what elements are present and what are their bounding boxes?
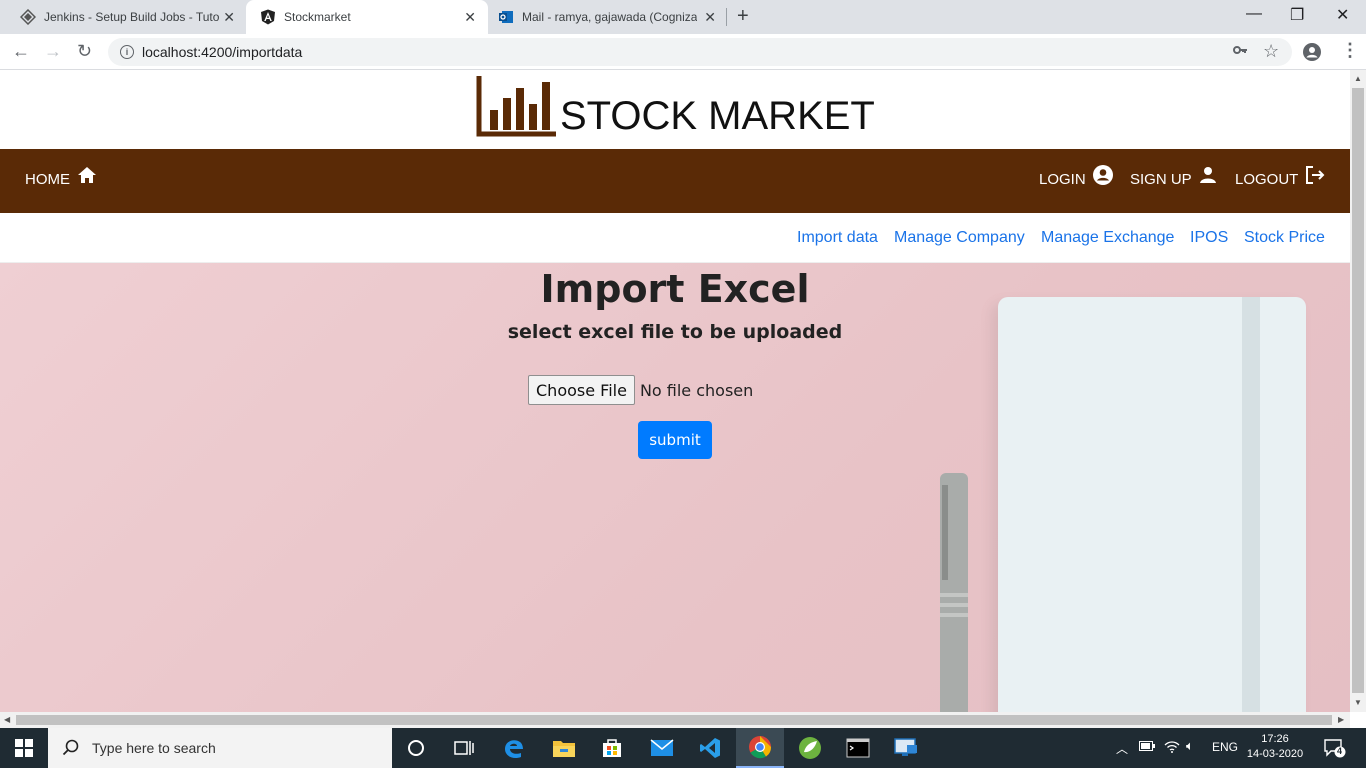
microsoft-store-icon[interactable]: [588, 728, 636, 768]
minimize-icon[interactable]: —: [1246, 5, 1262, 23]
search-icon: [62, 739, 79, 756]
wifi-icon[interactable]: [1164, 739, 1180, 756]
nav-signup-label: SIGN UP: [1130, 171, 1192, 188]
link-import-data[interactable]: Import data: [797, 229, 878, 247]
site-info-icon[interactable]: i: [120, 45, 134, 59]
logout-icon: [1306, 165, 1325, 184]
file-explorer-icon[interactable]: [540, 728, 588, 768]
clock-time: 17:26: [1261, 733, 1289, 745]
browser-toolbar: ← → ↻ i localhost:4200/importdata: [0, 34, 1366, 70]
notebook-background-image: [998, 297, 1306, 712]
tab-stockmarket[interactable]: Stockmarket ✕: [246, 0, 488, 34]
file-status-text: No file chosen: [639, 380, 754, 400]
tab-jenkins[interactable]: Jenkins - Setup Build Jobs - Tutor ✕: [0, 0, 245, 34]
bookmark-star-icon[interactable]: ☆: [1263, 41, 1279, 62]
scroll-down-icon[interactable]: ▼: [1354, 698, 1362, 707]
scroll-right-icon[interactable]: ▶: [1338, 715, 1344, 724]
key-icon[interactable]: [1232, 42, 1248, 63]
tab-separator: [726, 8, 727, 26]
notification-count: 4: [1337, 746, 1343, 756]
link-manage-company[interactable]: Manage Company: [894, 229, 1025, 247]
nav-logout[interactable]: LOGOUT: [1235, 165, 1326, 188]
new-tab-icon[interactable]: +: [737, 5, 749, 28]
site-logo[interactable]: STOCK MARKET: [476, 76, 875, 138]
taskbar-search[interactable]: Type here to search: [48, 728, 392, 768]
url-text[interactable]: localhost:4200/importdata: [142, 44, 302, 60]
horizontal-scroll-thumb[interactable]: [16, 715, 1332, 725]
task-view-icon[interactable]: [440, 728, 488, 768]
profile-icon[interactable]: [1302, 42, 1322, 67]
battery-icon[interactable]: [1139, 740, 1155, 754]
person-icon: [1199, 166, 1216, 183]
windows-start-icon[interactable]: [0, 728, 48, 768]
language-indicator[interactable]: ENG: [1212, 740, 1238, 754]
bar-chart-logo-icon: [476, 76, 556, 137]
search-placeholder: Type here to search: [92, 740, 216, 756]
page-viewport: STOCK MARKET HOME LOGIN SIGN UP LOGOUT I…: [0, 70, 1350, 712]
tab-title: Mail - ramya, gajawada (Cognizant: [522, 10, 697, 24]
horizontal-scrollbar[interactable]: ◀ ▶: [0, 712, 1350, 728]
admin-subnav: Import data Manage Company Manage Exchan…: [0, 213, 1350, 263]
vertical-scroll-thumb[interactable]: [1352, 88, 1364, 693]
pen-background-image: [940, 473, 968, 712]
link-stock-price[interactable]: Stock Price: [1244, 229, 1325, 247]
nav-logout-label: LOGOUT: [1235, 171, 1299, 188]
tab-mail[interactable]: Mail - ramya, gajawada (Cognizant ✕: [490, 0, 726, 34]
address-bar[interactable]: i localhost:4200/importdata: [108, 38, 1292, 66]
menu-dots-icon[interactable]: ⋮: [1341, 40, 1359, 61]
chrome-icon[interactable]: [736, 728, 784, 768]
edge-icon[interactable]: [490, 728, 538, 768]
notebook-band: [1242, 297, 1260, 712]
logo-text: STOCK MARKET: [560, 94, 875, 138]
nav-login-label: LOGIN: [1039, 171, 1086, 188]
nav-signup[interactable]: SIGN UP: [1130, 166, 1218, 188]
logo-header: STOCK MARKET: [0, 70, 1350, 149]
scroll-left-icon[interactable]: ◀: [4, 715, 10, 724]
show-hidden-icons[interactable]: ︿: [1116, 740, 1128, 757]
browser-tab-strip: Jenkins - Setup Build Jobs - Tutor ✕ Sto…: [0, 0, 1366, 34]
page-title: Import Excel: [540, 267, 810, 311]
nav-home-label: HOME: [25, 171, 70, 188]
tab-title: Stockmarket: [284, 10, 351, 24]
account-circle-icon: [1092, 164, 1113, 185]
vertical-scrollbar[interactable]: ▲ ▼: [1350, 70, 1366, 712]
restore-icon[interactable]: ❐: [1290, 5, 1304, 25]
reload-icon[interactable]: ↻: [77, 41, 92, 62]
cortana-icon[interactable]: [392, 728, 440, 768]
tab-title: Jenkins - Setup Build Jobs - Tutor: [44, 10, 219, 24]
volume-muted-icon[interactable]: 🔈︎: [1186, 738, 1194, 754]
link-ipos[interactable]: IPOS: [1190, 229, 1228, 247]
file-input[interactable]: Choose File No file chosen: [528, 375, 753, 405]
windows-taskbar: Type here to search ︿ 🔈︎ ENG 17:26 14-03…: [0, 728, 1366, 768]
clock-date: 14-03-2020: [1246, 748, 1304, 760]
page-subtitle: select excel file to be uploaded: [507, 321, 843, 343]
nav-home[interactable]: HOME: [25, 166, 98, 188]
back-icon[interactable]: ←: [12, 41, 30, 62]
spring-tool-icon[interactable]: [786, 728, 834, 768]
home-icon: [78, 166, 96, 183]
nav-login[interactable]: LOGIN: [1039, 164, 1114, 188]
remote-desktop-icon[interactable]: [882, 728, 930, 768]
close-window-icon[interactable]: ✕: [1336, 5, 1349, 25]
notifications-icon[interactable]: [1324, 738, 1346, 761]
mail-icon[interactable]: [638, 728, 686, 768]
close-tab-icon[interactable]: ✕: [464, 9, 476, 26]
submit-button[interactable]: submit: [638, 421, 712, 459]
import-section: Import Excel select excel file to be upl…: [0, 263, 1350, 712]
link-manage-exchange[interactable]: Manage Exchange: [1041, 229, 1174, 247]
main-navbar: HOME LOGIN SIGN UP LOGOUT: [0, 149, 1350, 213]
scroll-up-icon[interactable]: ▲: [1354, 74, 1362, 83]
close-tab-icon[interactable]: ✕: [704, 9, 716, 26]
command-prompt-icon[interactable]: [834, 728, 882, 768]
forward-icon[interactable]: →: [44, 41, 62, 62]
jenkins-icon: [20, 9, 36, 25]
taskbar-clock[interactable]: 17:26 14-03-2020: [1240, 732, 1310, 762]
choose-file-button[interactable]: Choose File: [528, 375, 635, 405]
close-tab-icon[interactable]: ✕: [223, 9, 235, 26]
vscode-icon[interactable]: [686, 728, 734, 768]
outlook-icon: [498, 9, 514, 25]
angular-icon: [260, 9, 276, 25]
